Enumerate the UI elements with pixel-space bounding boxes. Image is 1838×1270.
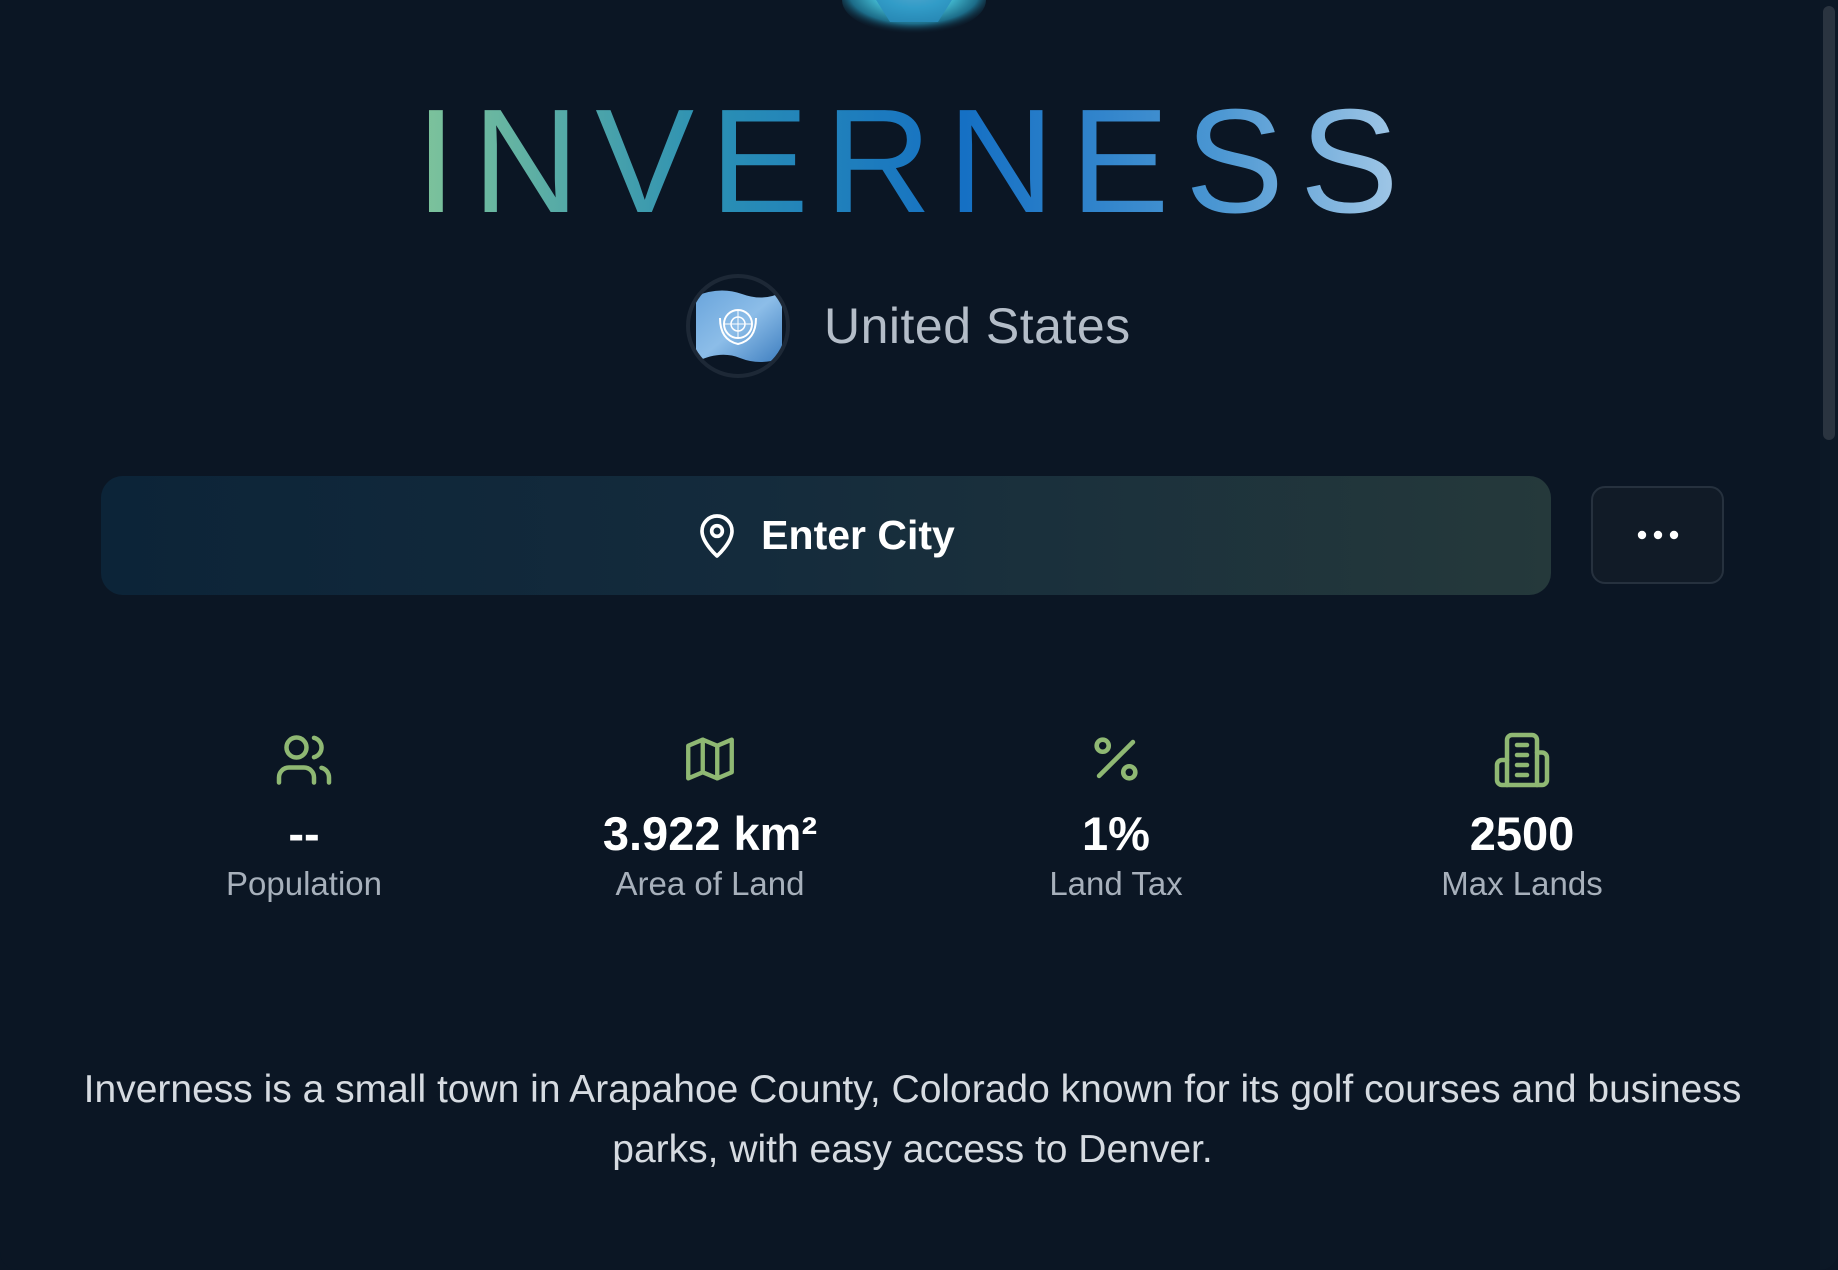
stat-land-tax: 1% Land Tax: [936, 730, 1296, 906]
stat-area: 3.922 km² Area of Land: [530, 730, 890, 906]
scrollbar[interactable]: [1820, 0, 1838, 1270]
stats-row: -- Population 3.922 km² Area of Land 1% …: [0, 730, 1838, 930]
stat-label: Land Tax: [1049, 865, 1183, 902]
enter-city-label: Enter City: [761, 512, 955, 558]
country-row: United States: [686, 270, 1131, 382]
svg-text:INVERNESS: INVERNESS: [415, 100, 1414, 230]
stat-value: 1%: [1082, 807, 1150, 860]
gem-icon: [842, 0, 986, 34]
more-horizontal-icon: [1637, 530, 1678, 540]
city-description: Inverness is a small town in Arapahoe Co…: [83, 1068, 1742, 1171]
users-icon: [276, 735, 332, 785]
stat-value: 3.922 km²: [602, 807, 818, 860]
more-options-button[interactable]: [1591, 486, 1724, 584]
stat-max-lands: 2500 Max Lands: [1342, 730, 1702, 906]
building-icon: [1494, 732, 1550, 788]
map-pin-icon: [700, 513, 735, 558]
map-icon: [686, 737, 734, 781]
enter-city-button[interactable]: Enter City: [101, 476, 1551, 595]
stat-label: Area of Land: [615, 865, 805, 902]
un-flag-icon: [686, 274, 790, 378]
city-logo: INVERNESS: [415, 100, 1414, 230]
percent-icon: [1094, 737, 1138, 781]
country-name: United States: [824, 298, 1131, 354]
stat-population: -- Population: [124, 730, 484, 906]
stat-label: Max Lands: [1441, 865, 1603, 902]
stat-label: Population: [226, 865, 382, 902]
scrollbar-thumb[interactable]: [1823, 6, 1835, 440]
stat-value: --: [288, 807, 320, 860]
city-panel: INVERNESS United States Enter City -- Po…: [0, 0, 1838, 1270]
stat-value: 2500: [1469, 807, 1575, 860]
